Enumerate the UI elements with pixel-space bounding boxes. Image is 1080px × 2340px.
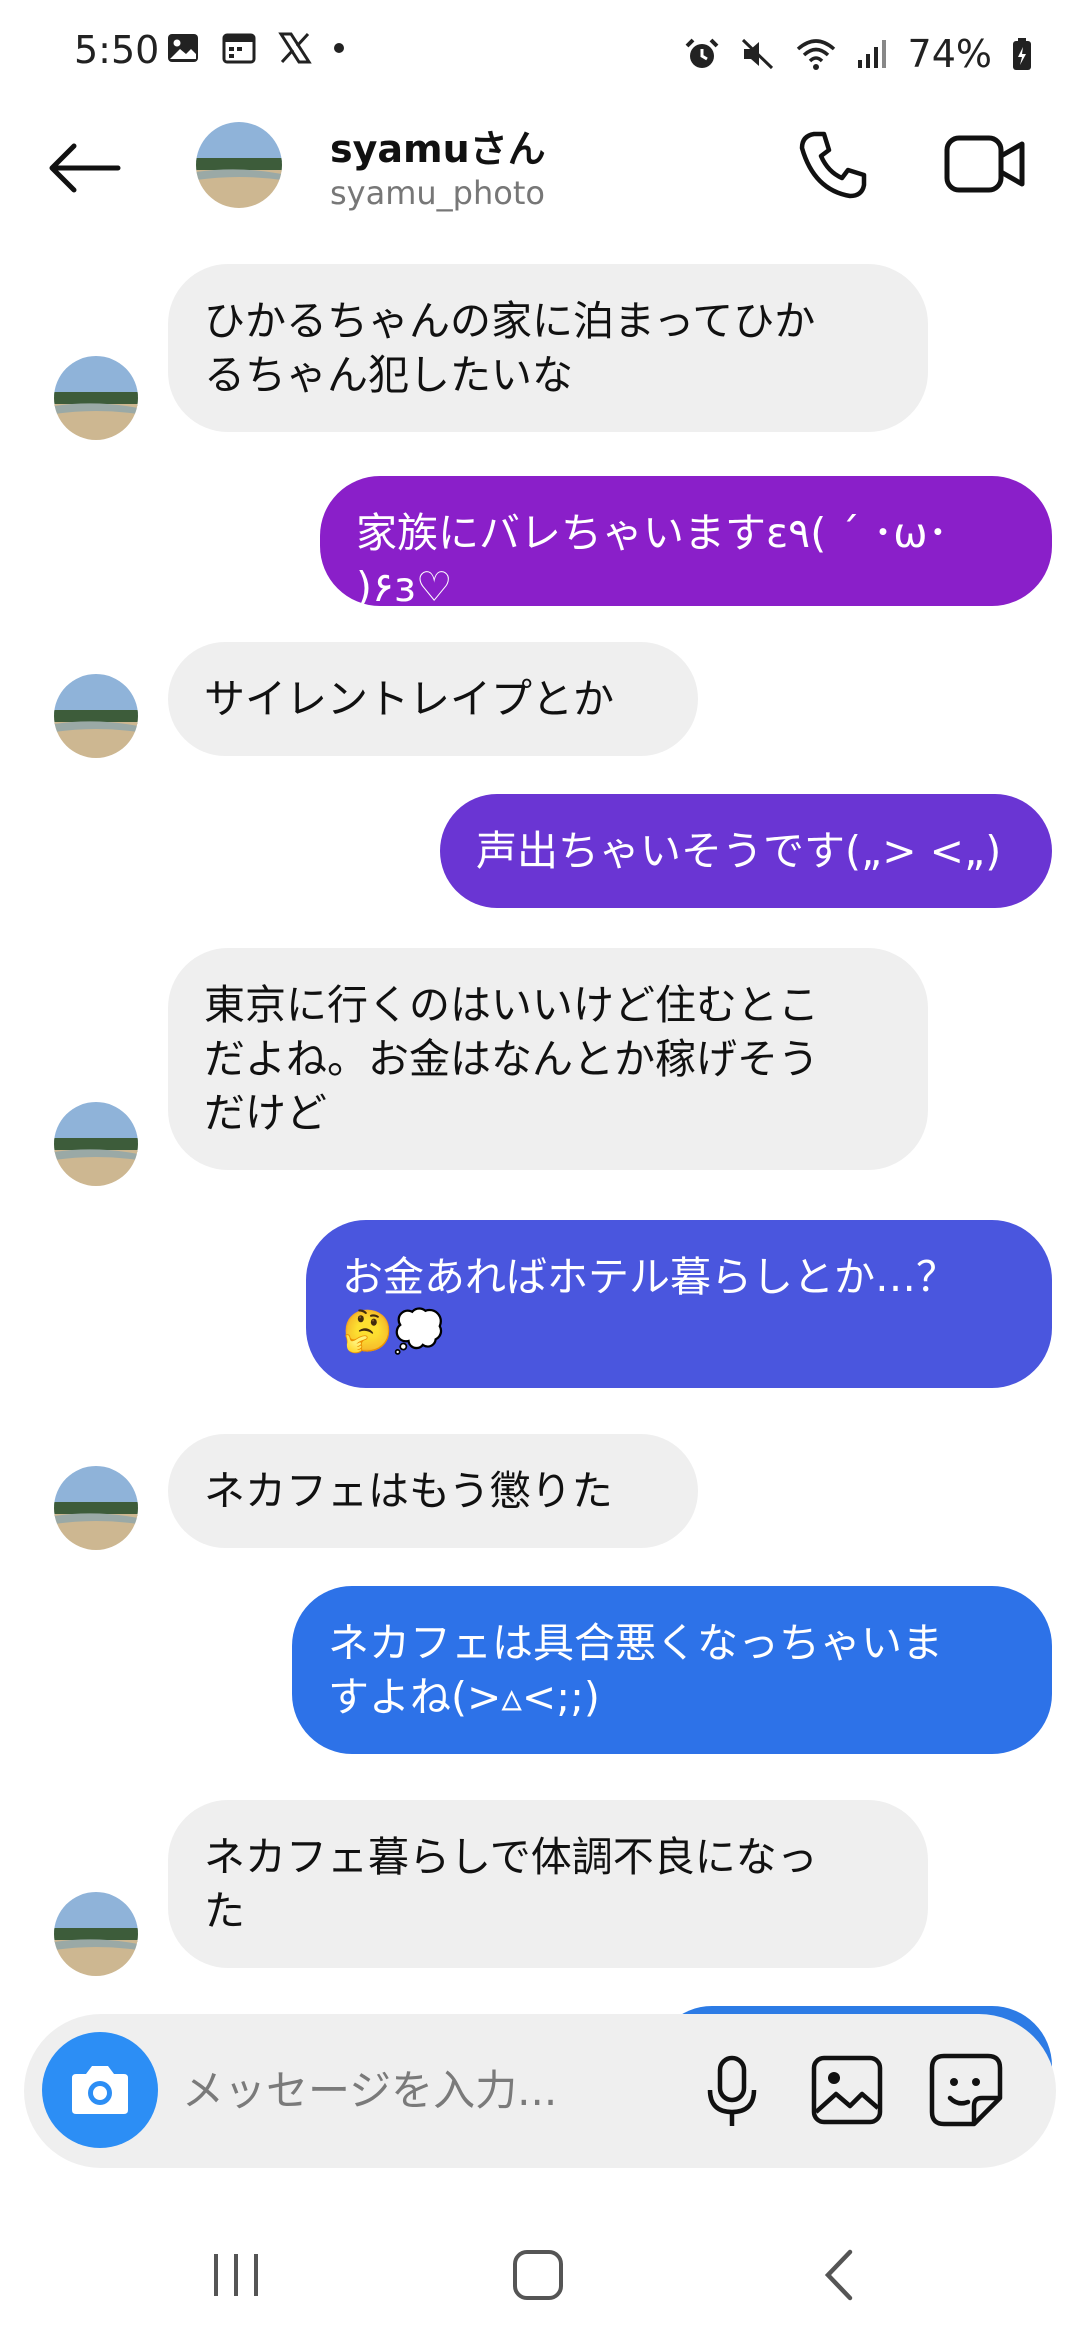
gallery-button[interactable] bbox=[810, 2054, 884, 2126]
sender-avatar[interactable] bbox=[54, 1466, 138, 1550]
sticker-button[interactable] bbox=[928, 2052, 1004, 2128]
beach-photo-icon bbox=[54, 1102, 138, 1186]
outgoing-message-bubble[interactable]: ネカフェは具合悪くなっちゃいま すよね(>▵<;;) bbox=[292, 1586, 1052, 1754]
incoming-message-bubble[interactable]: ひかるちゃんの家に泊まってひか るちゃん犯したいな bbox=[168, 264, 928, 432]
recent-apps-icon bbox=[214, 2254, 258, 2296]
incoming-message-bubble[interactable]: ネカフェ暮らしで体調不良になっ た bbox=[168, 1800, 928, 1968]
beach-photo-icon bbox=[54, 1892, 138, 1976]
camera-button[interactable] bbox=[42, 2032, 158, 2148]
message-thread: ひかるちゃんの家に泊まってひか るちゃん犯したいな 家族にバレちゃいますε٩( … bbox=[0, 0, 1080, 2340]
outgoing-message-bubble[interactable]: 声出ちゃいそうです(„> <„) bbox=[440, 794, 1052, 908]
home-button[interactable] bbox=[498, 2240, 578, 2310]
image-icon bbox=[811, 2055, 883, 2125]
recent-apps-button[interactable] bbox=[196, 2240, 276, 2310]
sticker-icon bbox=[929, 2053, 1003, 2127]
message-input[interactable] bbox=[180, 2044, 704, 2136]
voice-message-button[interactable] bbox=[696, 2054, 768, 2130]
outgoing-message-bubble[interactable]: お金あればホテル暮らしとか…？ 🤔💭 bbox=[306, 1220, 1052, 1388]
system-navigation-bar bbox=[0, 2200, 1080, 2340]
incoming-message-bubble[interactable]: サイレントレイプとか bbox=[168, 642, 698, 756]
outgoing-message-bubble[interactable]: 家族にバレちゃいますε٩( ´ ･ω･ )۶з♡ bbox=[320, 476, 1052, 611]
home-icon bbox=[513, 2250, 563, 2300]
incoming-message-bubble[interactable]: ネカフェはもう懲りた bbox=[168, 1434, 698, 1548]
incoming-message-bubble[interactable]: 東京に行くのはいいけど住むとこ だよね。お金はなんとか稼げそう だけど bbox=[168, 948, 928, 1170]
sender-avatar[interactable] bbox=[54, 1892, 138, 1976]
beach-photo-icon bbox=[54, 356, 138, 440]
beach-photo-icon bbox=[54, 1466, 138, 1550]
sender-avatar[interactable] bbox=[54, 1102, 138, 1186]
back-nav-button[interactable] bbox=[800, 2240, 880, 2310]
camera-icon bbox=[72, 2066, 128, 2114]
message-composer bbox=[24, 2014, 1056, 2168]
sender-avatar[interactable] bbox=[54, 356, 138, 440]
back-chevron-icon bbox=[824, 2249, 853, 2301]
microphone-icon bbox=[707, 2055, 757, 2126]
sender-avatar[interactable] bbox=[54, 674, 138, 758]
beach-photo-icon bbox=[54, 674, 138, 758]
